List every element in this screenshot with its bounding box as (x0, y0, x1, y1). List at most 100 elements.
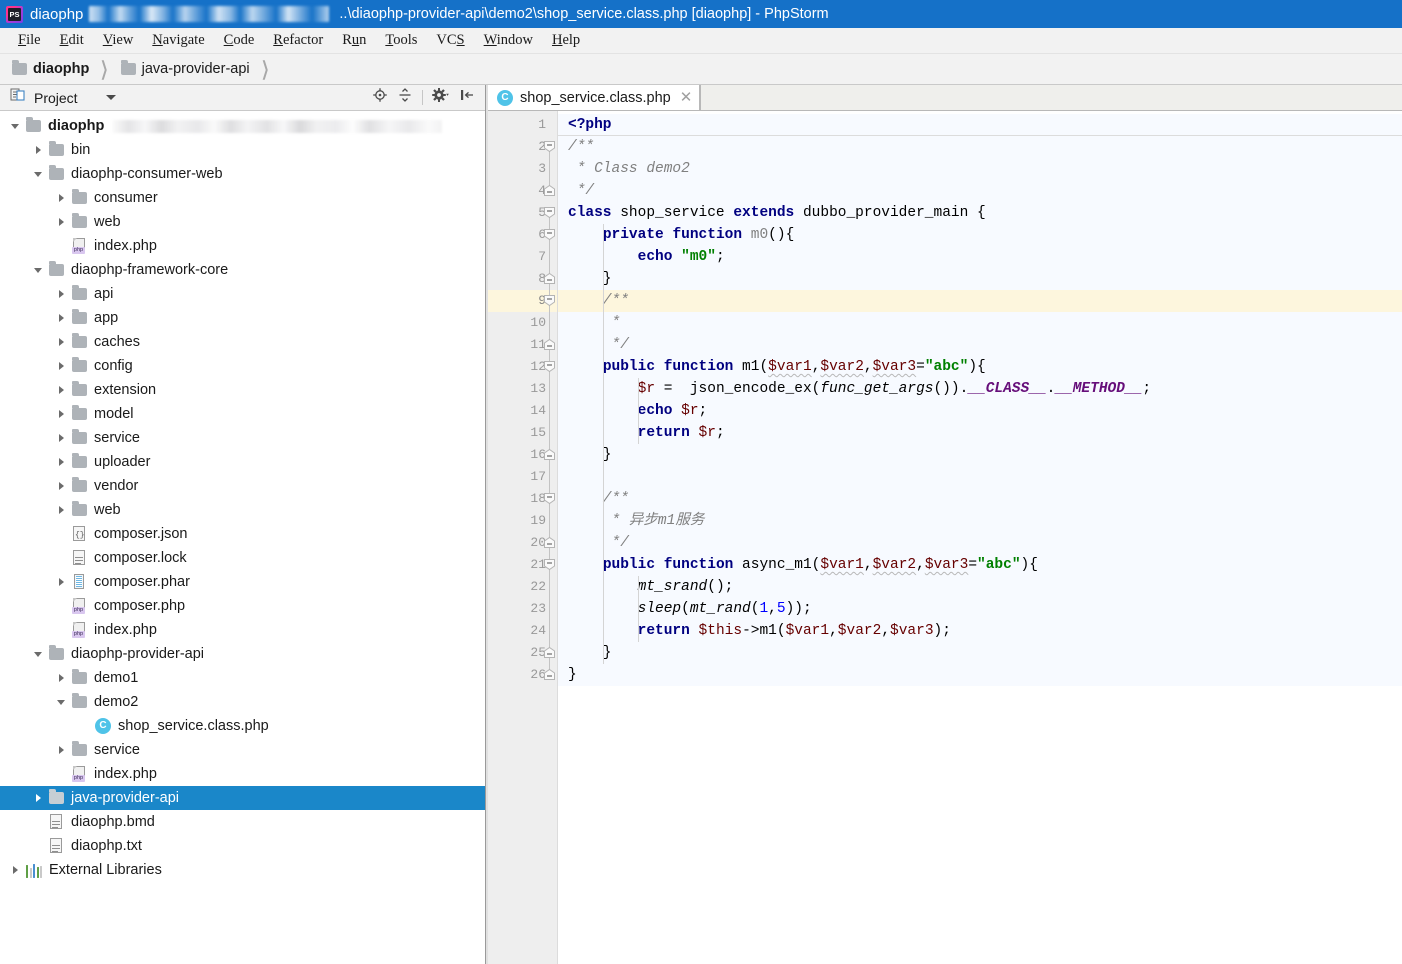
hide-panel-icon[interactable] (459, 87, 475, 108)
chevron-right-icon[interactable] (54, 286, 70, 302)
tree-row[interactable]: diaophp-framework-core (0, 258, 485, 282)
menu-item-run[interactable]: Run (333, 31, 376, 50)
fold-marker[interactable] (543, 536, 556, 549)
menu-item-refactor[interactable]: Refactor (264, 31, 333, 50)
tree-row[interactable]: demo2 (0, 690, 485, 714)
menu-item-view[interactable]: View (94, 31, 144, 50)
code-line[interactable]: return $this->m1($var1,$var2,$var3); (558, 620, 1402, 642)
fold-marker[interactable] (543, 206, 556, 219)
tree-row[interactable]: app (0, 306, 485, 330)
breadcrumb-item-diaophp[interactable]: diaophp (12, 60, 89, 77)
code-line[interactable]: return $r; (558, 422, 1402, 444)
chevron-right-icon[interactable] (54, 382, 70, 398)
code-line[interactable]: echo "m0"; (558, 246, 1402, 268)
tab-shop-service[interactable]: shop_service.class.php ✕ (488, 85, 701, 110)
fold-marker[interactable] (543, 228, 556, 241)
tree-row[interactable]: {} composer.json (0, 522, 485, 546)
chevron-right-icon[interactable] (8, 862, 24, 878)
chevron-right-icon[interactable] (54, 742, 70, 758)
tree-row[interactable]: php index.php (0, 618, 485, 642)
tree-row[interactable]: diaophp (0, 114, 485, 138)
tree-row[interactable]: config (0, 354, 485, 378)
tree-row[interactable]: web (0, 210, 485, 234)
tree-row[interactable]: shop_service.class.php (0, 714, 485, 738)
code-line[interactable]: class shop_service extends dubbo_provide… (558, 202, 1402, 224)
chevron-right-icon[interactable] (54, 502, 70, 518)
chevron-right-icon[interactable] (54, 478, 70, 494)
menu-item-navigate[interactable]: Navigate (143, 31, 214, 50)
chevron-right-icon[interactable] (54, 454, 70, 470)
tree-row[interactable]: uploader (0, 450, 485, 474)
code-line[interactable]: * Class demo2 (558, 158, 1402, 180)
tree-row[interactable]: php index.php (0, 234, 485, 258)
menu-item-window[interactable]: Window (475, 31, 543, 50)
fold-marker[interactable] (543, 448, 556, 461)
code-line[interactable]: public function async_m1($var1,$var2,$va… (558, 554, 1402, 576)
code-line[interactable]: sleep(mt_rand(1,5)); (558, 598, 1402, 620)
code-editor[interactable]: 1 2 3 4 5 6 7 8 9 10 11 12 13 14 15 16 17 18 19 20 21 22 23 24 2… (488, 111, 1402, 964)
tree-row[interactable]: External Libraries (0, 858, 485, 882)
chevron-right-icon[interactable] (31, 790, 47, 806)
locate-icon[interactable] (372, 87, 388, 108)
chevron-right-icon[interactable] (54, 406, 70, 422)
code-content[interactable]: <?php/** * Class demo2 */class shop_serv… (558, 111, 1402, 964)
chevron-right-icon[interactable] (54, 670, 70, 686)
fold-marker[interactable] (543, 646, 556, 659)
code-line[interactable]: } (558, 664, 1402, 686)
chevron-right-icon[interactable] (54, 214, 70, 230)
code-line[interactable]: * 异步m1服务 (558, 510, 1402, 532)
chevron-right-icon[interactable] (54, 574, 70, 590)
tree-row[interactable]: diaophp.bmd (0, 810, 485, 834)
tree-row[interactable]: php index.php (0, 762, 485, 786)
tree-row[interactable]: diaophp.txt (0, 834, 485, 858)
chevron-down-icon[interactable] (8, 118, 24, 134)
menu-item-vcs[interactable]: VCS (427, 31, 474, 50)
code-line[interactable]: */ (558, 180, 1402, 202)
tree-row[interactable]: diaophp-provider-api (0, 642, 485, 666)
editor-gutter[interactable]: 1 2 3 4 5 6 7 8 9 10 11 12 13 14 15 16 17 18 19 20 21 22 23 24 2… (488, 111, 558, 964)
chevron-down-icon[interactable] (105, 95, 116, 100)
chevron-right-icon[interactable] (54, 430, 70, 446)
tree-row[interactable]: consumer (0, 186, 485, 210)
code-line[interactable]: mt_srand(); (558, 576, 1402, 598)
code-line[interactable]: /** (558, 488, 1402, 510)
menu-item-file[interactable]: File (9, 31, 51, 50)
code-line[interactable]: * (558, 312, 1402, 334)
tree-row[interactable]: composer.phar (0, 570, 485, 594)
code-line[interactable]: */ (558, 532, 1402, 554)
tree-row[interactable]: api (0, 282, 485, 306)
fold-column[interactable] (542, 114, 558, 964)
fold-marker[interactable] (543, 558, 556, 571)
menu-item-code[interactable]: Code (215, 31, 265, 50)
tree-row[interactable]: php composer.php (0, 594, 485, 618)
project-tree[interactable]: diaophp bin diaophp-consumer-web consumer we… (0, 111, 485, 964)
code-line[interactable] (558, 466, 1402, 488)
chevron-right-icon[interactable] (54, 190, 70, 206)
close-icon[interactable]: ✕ (678, 90, 693, 105)
fold-marker[interactable] (543, 492, 556, 505)
tree-row[interactable]: service (0, 426, 485, 450)
code-line[interactable]: private function m0(){ (558, 224, 1402, 246)
code-line[interactable]: } (558, 268, 1402, 290)
tree-row[interactable]: composer.lock (0, 546, 485, 570)
code-line[interactable]: /** (558, 136, 1402, 158)
menu-item-tools[interactable]: Tools (376, 31, 427, 50)
code-line[interactable]: } (558, 444, 1402, 466)
chevron-down-icon[interactable] (31, 646, 47, 662)
tree-row-selected[interactable]: java-provider-api (0, 786, 485, 810)
tree-row[interactable]: vendor (0, 474, 485, 498)
code-line[interactable]: */ (558, 334, 1402, 356)
chevron-right-icon[interactable] (54, 334, 70, 350)
chevron-right-icon[interactable] (31, 142, 47, 158)
code-line[interactable]: /** (558, 290, 1402, 312)
menu-item-edit[interactable]: Edit (51, 31, 94, 50)
chevron-right-icon[interactable] (54, 310, 70, 326)
fold-marker[interactable] (543, 294, 556, 307)
chevron-down-icon[interactable] (31, 262, 47, 278)
chevron-down-icon[interactable] (54, 694, 70, 710)
fold-marker[interactable] (543, 360, 556, 373)
breadcrumb-item-java-provider-api[interactable]: java-provider-api (120, 60, 250, 77)
gear-icon[interactable] (432, 87, 450, 108)
fold-marker[interactable] (543, 184, 556, 197)
menu-item-help[interactable]: Help (543, 31, 590, 50)
